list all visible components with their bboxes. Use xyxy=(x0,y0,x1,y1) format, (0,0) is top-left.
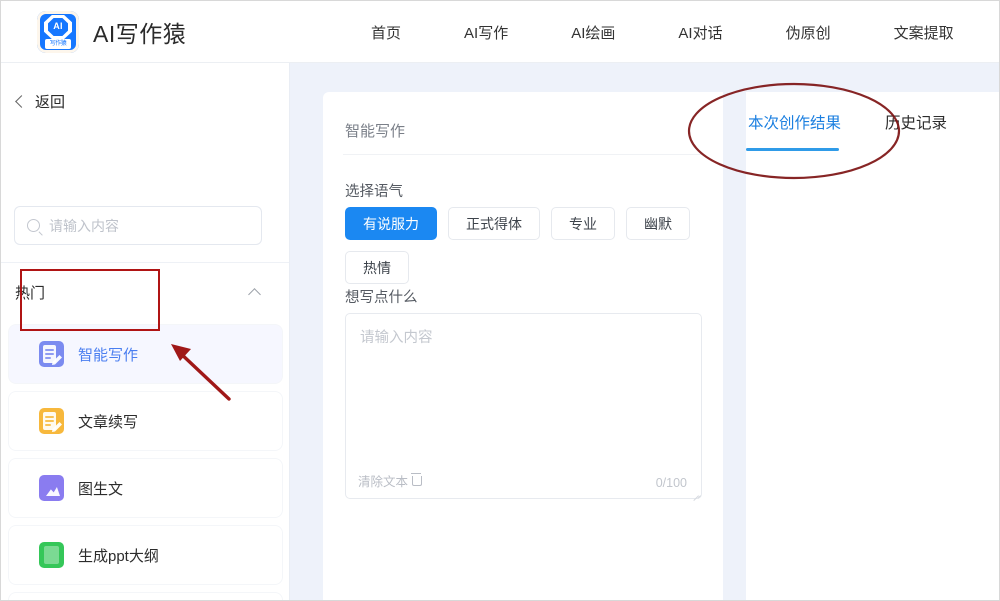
search-placeholder: 请输入内容 xyxy=(49,216,119,236)
trash-icon xyxy=(412,476,422,486)
clear-text-label: 清除文本 xyxy=(358,471,408,490)
brand-title: AI写作猿 xyxy=(93,15,186,49)
sidebar-item-article-continue[interactable]: 文章续写 xyxy=(9,392,282,450)
main-nav: 首页 AI写作 AI绘画 AI对话 伪原创 文案提取 xyxy=(371,1,954,63)
chevron-left-icon xyxy=(15,95,28,108)
form-title-divider xyxy=(343,154,703,155)
tone-label: 选择语气 xyxy=(345,180,403,201)
tone-option-enthusiastic[interactable]: 热情 xyxy=(345,251,409,284)
sidebar-item-smart-writing[interactable]: 智能写作 xyxy=(9,325,282,383)
nav-item-ai-chat[interactable]: AI对话 xyxy=(678,22,722,43)
form-title: 智能写作 xyxy=(345,120,405,141)
document-pen-icon xyxy=(39,341,64,367)
result-panel: 本次创作结果 历史记录 xyxy=(746,92,1000,601)
writing-form-card: 智能写作 选择语气 有说服力 正式得体 专业 幽默 热情 想写点什么 请输入内容… xyxy=(323,92,723,601)
sidebar-item-ppt-outline[interactable]: 生成ppt大纲 xyxy=(9,526,282,584)
logo-ai-text: AI xyxy=(37,20,79,32)
nav-item-ai-writing[interactable]: AI写作 xyxy=(464,22,508,43)
slide-icon xyxy=(39,542,64,568)
character-counter: 0/100 xyxy=(656,476,687,490)
panel-divider xyxy=(723,92,746,601)
nav-item-copy-extract[interactable]: 文案提取 xyxy=(894,22,954,43)
nav-item-ai-painting[interactable]: AI绘画 xyxy=(571,22,615,43)
resize-handle-icon[interactable] xyxy=(691,489,699,497)
top-navigation-bar: AI 写作猿 AI写作猿 首页 AI写作 AI绘画 AI对话 伪原创 文案提取 xyxy=(1,1,1000,63)
tone-option-group: 有说服力 正式得体 专业 幽默 热情 xyxy=(345,207,705,284)
sidebar-item-label: 生成ppt大纲 xyxy=(78,545,159,566)
app-window: AI 写作猿 AI写作猿 首页 AI写作 AI绘画 AI对话 伪原创 文案提取 … xyxy=(0,0,1000,601)
tab-current-result[interactable]: 本次创作结果 xyxy=(748,111,841,137)
content-textarea[interactable]: 请输入内容 清除文本 0/100 xyxy=(345,313,702,499)
brand[interactable]: AI 写作猿 AI写作猿 xyxy=(37,11,186,53)
content-placeholder: 请输入内容 xyxy=(360,326,433,347)
tone-option-humorous[interactable]: 幽默 xyxy=(626,207,690,240)
result-tab-bar: 本次创作结果 历史记录 xyxy=(746,92,1000,156)
clear-text-button[interactable]: 清除文本 xyxy=(358,471,422,490)
back-label: 返回 xyxy=(35,91,65,112)
search-icon xyxy=(27,219,40,232)
sidebar-item-image-to-text[interactable]: 图生文 xyxy=(9,459,282,517)
tone-option-persuasive[interactable]: 有说服力 xyxy=(345,207,437,240)
tone-option-professional[interactable]: 专业 xyxy=(551,207,615,240)
tab-history[interactable]: 历史记录 xyxy=(885,111,947,137)
main-content: 智能写作 选择语气 有说服力 正式得体 专业 幽默 热情 想写点什么 请输入内容… xyxy=(290,63,1000,601)
image-text-icon xyxy=(39,475,64,501)
sidebar-search-input[interactable]: 请输入内容 xyxy=(14,206,262,245)
app-logo-icon: AI 写作猿 xyxy=(37,11,79,53)
sidebar-item-label: 智能写作 xyxy=(78,344,138,365)
sidebar: 返回 请输入内容 热门 xyxy=(1,63,290,601)
sidebar-item-label: 图生文 xyxy=(78,478,123,499)
back-button[interactable]: 返回 xyxy=(17,91,65,112)
document-pen-icon xyxy=(39,408,64,434)
sidebar-item-label: 文章续写 xyxy=(78,411,138,432)
annotation-box-smart-writing xyxy=(20,269,160,331)
sidebar-item-write-novel[interactable]: 写小说 xyxy=(9,593,282,601)
chevron-up-icon[interactable] xyxy=(248,288,261,301)
page-body: 返回 请输入内容 热门 xyxy=(1,63,1000,601)
nav-item-rewrite[interactable]: 伪原创 xyxy=(786,22,831,43)
sidebar-item-list: 智能写作 文章续写 图生文 xyxy=(1,325,290,601)
content-label: 想写点什么 xyxy=(345,286,418,307)
nav-item-home[interactable]: 首页 xyxy=(371,22,401,43)
sidebar-divider xyxy=(1,262,290,263)
tone-option-formal[interactable]: 正式得体 xyxy=(448,207,540,240)
logo-subtext: 写作猿 xyxy=(45,39,71,49)
